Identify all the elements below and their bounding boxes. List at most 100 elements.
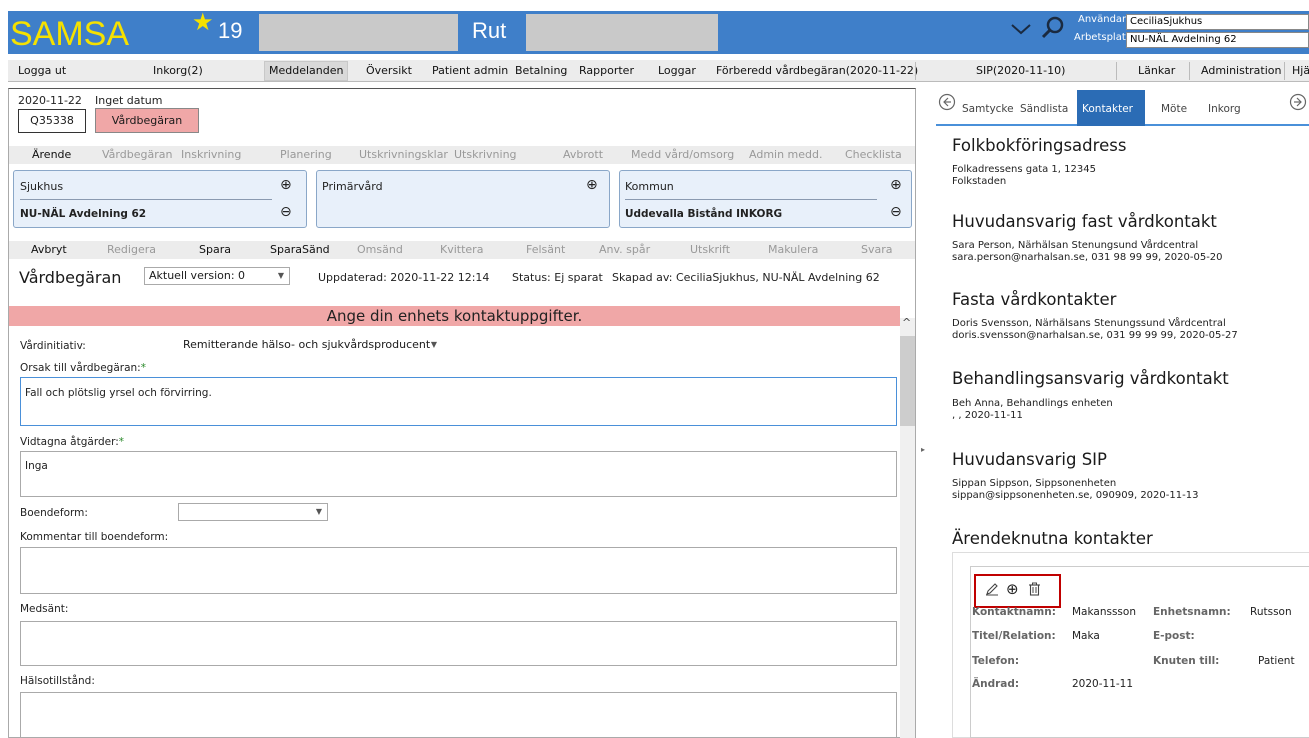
orsak-value: Fall och plötslig yrsel och förvirring. bbox=[25, 387, 212, 399]
user-label: Användare: bbox=[1078, 14, 1136, 25]
org-divider bbox=[625, 199, 877, 200]
menu-links[interactable]: Länkar bbox=[1138, 64, 1175, 77]
form-title: Vårdbegäran bbox=[19, 268, 122, 287]
tab-inskrivning[interactable]: Inskrivning bbox=[181, 148, 241, 161]
tab-arende[interactable]: Ärende bbox=[32, 148, 71, 161]
medsant-field[interactable] bbox=[20, 621, 897, 666]
epost-label: E-post: bbox=[1153, 630, 1195, 642]
vidtagna-label: Vidtagna åtgärder:* bbox=[20, 436, 124, 448]
case-id-box[interactable]: Q35338 bbox=[18, 109, 86, 133]
anv-spar-button[interactable]: Anv. spår bbox=[599, 243, 650, 256]
menu-patient-admin[interactable]: Patient admin bbox=[432, 64, 508, 77]
felsant-button[interactable]: Felsänt bbox=[526, 243, 565, 256]
workplace-field[interactable]: NU-NÄL Avdelning 62 bbox=[1126, 32, 1309, 48]
add-circle-icon[interactable]: ⊕ bbox=[1006, 580, 1019, 598]
trash-icon[interactable] bbox=[1028, 582, 1041, 599]
vardinitiativ-select[interactable]: Remitterande hälso- och sjukvårdsproduce… bbox=[178, 336, 443, 354]
tab-mote[interactable]: Möte bbox=[1161, 103, 1187, 115]
boendeform-label: Boendeform: bbox=[20, 507, 88, 519]
fasta-line2: doris.svensson@narhalsan.se, 031 99 99 9… bbox=[952, 330, 1238, 341]
tab-sandlista[interactable]: Sändlista bbox=[1020, 103, 1068, 115]
edit-icon[interactable] bbox=[985, 582, 999, 599]
search-icon[interactable] bbox=[1040, 14, 1066, 43]
kommentar-field[interactable] bbox=[20, 547, 897, 594]
minus-circle-icon[interactable]: ⊖ bbox=[890, 204, 902, 220]
vardinitiativ-value: Remitterande hälso- och sjukvårdsproduce… bbox=[183, 338, 431, 351]
main-menu: Logga ut Inkorg(2) Meddelanden Översikt … bbox=[8, 60, 1309, 82]
makulera-button[interactable]: Makulera bbox=[768, 243, 818, 256]
scrollbar-thumb[interactable] bbox=[900, 336, 915, 426]
menu-prepared-request[interactable]: Förberedd vårdbegäran(2020-11-22) bbox=[716, 64, 918, 77]
dropdown-arrow-icon: ▼ bbox=[277, 271, 284, 280]
tab-avbrott[interactable]: Avbrott bbox=[563, 148, 603, 161]
svara-button[interactable]: Svara bbox=[861, 243, 893, 256]
tab-samtycke[interactable]: Samtycke bbox=[962, 103, 1014, 115]
orsak-field[interactable]: Fall och plötslig yrsel och förvirring. bbox=[20, 377, 897, 426]
menu-reports[interactable]: Rapporter bbox=[579, 64, 634, 77]
tab-medd-vard-omsorg[interactable]: Medd vård/omsorg bbox=[631, 148, 734, 161]
kommentar-label: Kommentar till boendeform: bbox=[20, 531, 169, 543]
menu-sip[interactable]: SIP(2020-11-10) bbox=[976, 64, 1065, 77]
tab-utskrivning[interactable]: Utskrivning bbox=[454, 148, 517, 161]
medsant-label: Medsänt: bbox=[20, 603, 69, 615]
section-sip-title: Huvudansvarig SIP bbox=[952, 450, 1107, 469]
titel-label: Titel/Relation: bbox=[972, 630, 1056, 642]
tab-kontakter-label: Kontakter bbox=[1082, 103, 1133, 115]
menu-divider bbox=[1116, 62, 1117, 80]
kontaktnamn-value: Makanssson bbox=[1072, 606, 1136, 618]
behand-line1: Beh Anna, Behandlings enheten bbox=[952, 398, 1113, 409]
tab-inkorg[interactable]: Inkorg bbox=[1208, 103, 1241, 115]
kvittera-button[interactable]: Kvittera bbox=[440, 243, 483, 256]
user-field[interactable]: CeciliaSjukhus bbox=[1126, 14, 1309, 30]
arrow-left-circle-icon[interactable] bbox=[938, 93, 956, 115]
menu-help[interactable]: Hjä bbox=[1292, 64, 1309, 77]
menu-messages[interactable]: Meddelanden bbox=[264, 61, 349, 81]
org-kommun-title: Kommun bbox=[625, 180, 674, 193]
tab-planering[interactable]: Planering bbox=[280, 148, 332, 161]
sip-line2: sippan@sippsonenheten.se, 090909, 2020-1… bbox=[952, 490, 1199, 501]
star-icon[interactable]: ★ bbox=[192, 8, 214, 36]
tab-vardbegaran[interactable]: Vårdbegäran bbox=[102, 148, 172, 161]
arrow-right-circle-icon[interactable] bbox=[1289, 93, 1307, 114]
utskrift-button[interactable]: Utskrift bbox=[690, 243, 730, 256]
redigera-button[interactable]: Redigera bbox=[107, 243, 156, 256]
menu-administration[interactable]: Administration bbox=[1201, 64, 1282, 77]
vidtagna-value: Inga bbox=[25, 460, 48, 472]
halsotillstand-field[interactable] bbox=[20, 692, 897, 738]
chevron-down-icon[interactable] bbox=[1010, 20, 1032, 41]
menu-logs[interactable]: Loggar bbox=[658, 64, 696, 77]
folkbok-line2: Folkstaden bbox=[952, 176, 1007, 187]
menu-inbox[interactable]: Inkorg(2) bbox=[153, 64, 203, 77]
tab-admin-medd[interactable]: Admin medd. bbox=[749, 148, 823, 161]
tab-checklista[interactable]: Checklista bbox=[845, 148, 902, 161]
scroll-up-icon[interactable]: ^ bbox=[902, 316, 911, 329]
menu-logout[interactable]: Logga ut bbox=[18, 64, 66, 77]
section-folkbok-title: Folkbokföringsadress bbox=[952, 136, 1127, 155]
version-select[interactable]: Aktuell version: 0 ▼ bbox=[144, 267, 290, 285]
boendeform-select[interactable]: ▼ bbox=[178, 503, 328, 521]
plus-circle-icon[interactable]: ⊕ bbox=[586, 177, 598, 193]
plus-circle-icon[interactable]: ⊕ bbox=[280, 177, 292, 193]
omsand-button[interactable]: Omsänd bbox=[357, 243, 403, 256]
menu-payment[interactable]: Betalning bbox=[515, 64, 567, 77]
org-primarvard-title: Primärvård bbox=[322, 180, 383, 193]
spara-button[interactable]: Spara bbox=[199, 243, 231, 256]
knuten-label: Knuten till: bbox=[1153, 655, 1220, 667]
avbryt-button[interactable]: Avbryt bbox=[31, 243, 67, 256]
plus-circle-icon[interactable]: ⊕ bbox=[890, 177, 902, 193]
huvudfast-line1: Sara Person, Närhälsan Stenungsund Vårdc… bbox=[952, 240, 1199, 251]
fasta-line1: Doris Svensson, Närhälsans Stenungssund … bbox=[952, 318, 1226, 329]
vidtagna-field[interactable]: Inga bbox=[20, 451, 897, 497]
section-arende-title: Ärendeknutna kontakter bbox=[952, 529, 1153, 548]
contact-info-banner: Ange din enhets kontaktuppgifter. bbox=[9, 306, 900, 326]
org-primarvard bbox=[316, 170, 610, 228]
kontaktnamn-label: Kontaktnamn: bbox=[972, 606, 1056, 618]
dropdown-arrow-icon: ▼ bbox=[315, 507, 322, 516]
menu-overview[interactable]: Översikt bbox=[366, 64, 412, 77]
tab-utskrivningsklar[interactable]: Utskrivningsklar bbox=[359, 148, 448, 161]
orsak-label: Orsak till vårdbegäran:* bbox=[20, 362, 146, 374]
document-chip[interactable]: Vårdbegäran bbox=[95, 108, 199, 133]
splitter-arrow-icon[interactable]: ▸ bbox=[921, 445, 925, 454]
minus-circle-icon[interactable]: ⊖ bbox=[280, 204, 292, 220]
sparasand-button[interactable]: SparaSänd bbox=[270, 243, 330, 256]
